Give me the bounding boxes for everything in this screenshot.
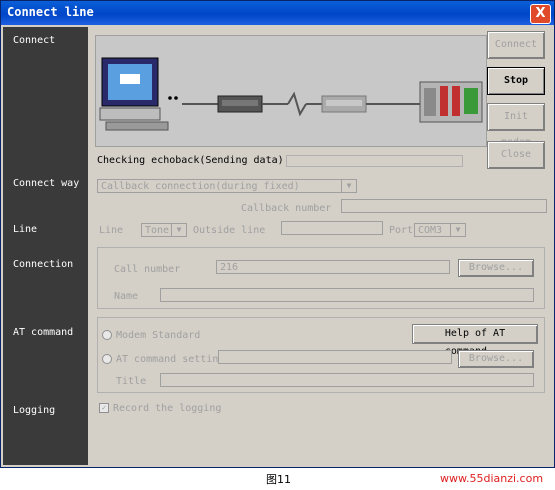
content-pane: Connect Stop Init modem Close Checking e… xyxy=(91,27,552,465)
at-command-field[interactable] xyxy=(218,350,452,364)
label-connect: Connect xyxy=(13,35,56,46)
outside-line-field[interactable] xyxy=(281,221,383,235)
line-type-select[interactable]: Tone ▼ xyxy=(141,223,187,237)
status-progress xyxy=(286,155,463,167)
stop-button[interactable]: Stop xyxy=(487,67,545,95)
label-connect-way: Connect way xyxy=(13,178,80,189)
callback-number-label: Callback number xyxy=(241,203,332,214)
call-number-field[interactable]: 216 xyxy=(216,260,450,274)
watermark-url: www.55dianzi.com xyxy=(440,472,544,485)
browse-at-command-button[interactable]: Browse... xyxy=(458,350,534,368)
chevron-down-icon: ▼ xyxy=(341,180,356,192)
left-label-pane: Connect Connect way Line Connection AT c… xyxy=(3,27,88,465)
at-command-group: Modem Standard Help of AT command... AT … xyxy=(97,317,545,393)
radio-icon xyxy=(102,354,112,364)
window-title: Connect line xyxy=(7,5,94,19)
outside-line-label: Outside line xyxy=(193,225,266,236)
connect-way-value: Callback connection(during fixed) xyxy=(101,181,300,192)
connection-group: Call number 216 Browse... Name xyxy=(97,247,545,309)
chevron-down-icon: ▼ xyxy=(450,224,465,236)
port-label: Port xyxy=(389,225,414,236)
at-command-setting-option[interactable]: AT command setting xyxy=(102,354,224,365)
port-select[interactable]: COM3 ▼ xyxy=(414,223,466,237)
help-at-command-button[interactable]: Help of AT command... xyxy=(412,324,538,357)
name-label: Name xyxy=(114,291,139,302)
connection-diagram xyxy=(95,35,487,147)
call-number-label: Call number xyxy=(114,264,181,275)
chevron-down-icon: ▼ xyxy=(171,224,186,236)
title-field[interactable] xyxy=(160,373,534,387)
connect-button[interactable]: Connect xyxy=(487,31,545,59)
name-field[interactable] xyxy=(160,288,534,302)
figure-caption: 图11 xyxy=(266,473,291,486)
port-value: COM3 xyxy=(418,225,443,236)
remote-modem-icon xyxy=(321,95,367,113)
line-label: Line xyxy=(99,225,124,236)
checkbox-checked-icon: ✓ xyxy=(99,403,109,413)
callback-number-field[interactable] xyxy=(341,199,547,213)
record-logging-label: Record the logging xyxy=(113,403,222,414)
init-modem-button[interactable]: Init modem xyxy=(487,103,545,148)
modem-icon xyxy=(217,95,263,113)
title-label: Title xyxy=(116,376,147,387)
connect-line-window: Connect line X Connect Connect way Line … xyxy=(0,0,555,468)
modem-standard-label: Modem Standard xyxy=(116,330,201,341)
status-text: Checking echoback(Sending data) xyxy=(97,155,284,166)
label-at-command: AT command xyxy=(13,327,74,338)
browse-call-number-button[interactable]: Browse... xyxy=(458,259,534,277)
plc-icon xyxy=(419,81,483,123)
at-command-setting-label: AT command setting xyxy=(116,354,225,365)
record-logging-checkbox[interactable]: ✓ Record the logging xyxy=(99,403,221,414)
computer-icon xyxy=(99,57,169,131)
modem-standard-option[interactable]: Modem Standard xyxy=(102,330,200,341)
close-button[interactable]: Close xyxy=(487,141,545,169)
title-bar[interactable]: Connect line X xyxy=(1,1,554,25)
diagram-graphic xyxy=(99,57,483,131)
label-logging: Logging xyxy=(13,405,56,416)
label-line: Line xyxy=(13,224,38,235)
radio-selected-icon xyxy=(102,330,112,340)
line-type-value: Tone xyxy=(145,225,170,236)
connect-way-select[interactable]: Callback connection(during fixed) ▼ xyxy=(97,179,357,193)
close-icon[interactable]: X xyxy=(530,4,551,24)
label-connection: Connection xyxy=(13,259,74,270)
